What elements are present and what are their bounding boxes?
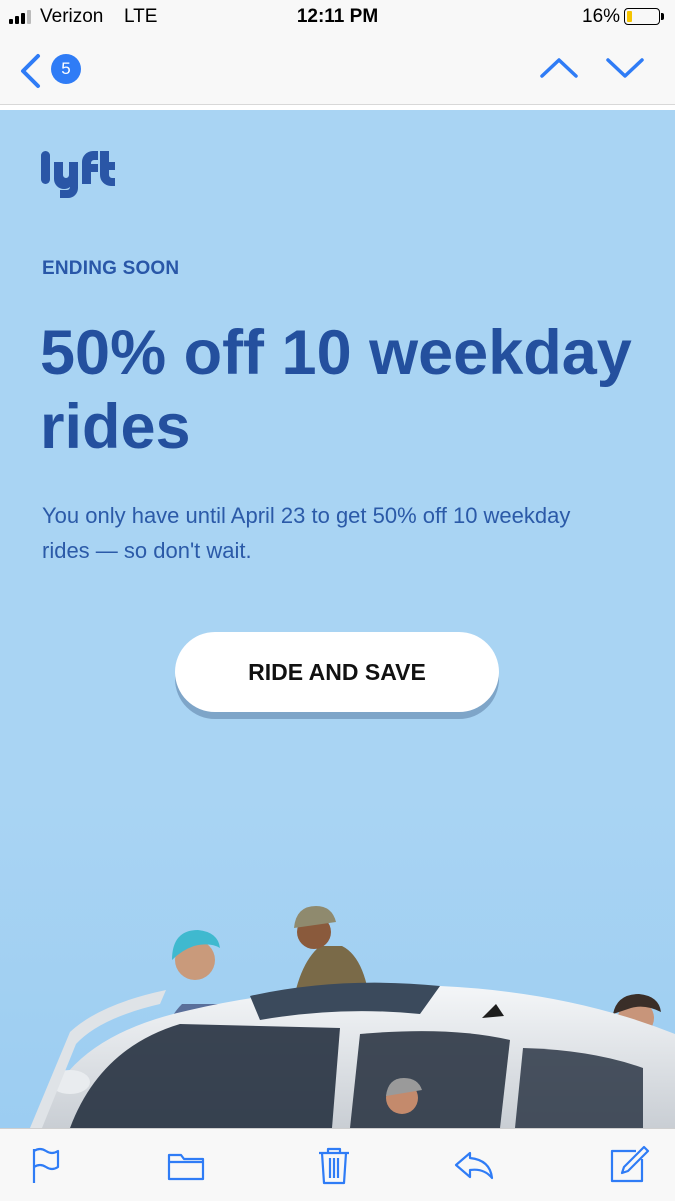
back-button[interactable]: 5 bbox=[14, 50, 94, 90]
trash-icon bbox=[319, 1147, 349, 1185]
battery-icon bbox=[624, 8, 660, 25]
flag-icon bbox=[32, 1147, 60, 1183]
previous-message-button[interactable] bbox=[538, 50, 580, 86]
reply-icon bbox=[454, 1151, 494, 1180]
move-to-folder-button[interactable] bbox=[164, 1143, 208, 1187]
promo-eyebrow: ENDING SOON bbox=[42, 258, 180, 279]
chevron-up-icon bbox=[540, 58, 578, 78]
delete-button[interactable] bbox=[312, 1143, 356, 1187]
mail-nav-bar: 5 bbox=[0, 36, 675, 105]
battery-percent: 16% bbox=[582, 6, 621, 27]
reply-button[interactable] bbox=[452, 1143, 496, 1187]
folder-icon bbox=[167, 1153, 205, 1181]
battery-fill bbox=[627, 11, 632, 22]
status-time: 12:11 PM bbox=[296, 6, 379, 27]
mail-toolbar bbox=[0, 1128, 675, 1201]
next-message-button[interactable] bbox=[604, 50, 646, 86]
car bbox=[30, 982, 675, 1128]
hero-photo bbox=[0, 800, 675, 1128]
compose-button[interactable] bbox=[606, 1143, 650, 1187]
flag-button[interactable] bbox=[24, 1143, 68, 1187]
chevron-left-icon bbox=[21, 54, 40, 88]
promo-body-text: You only have until April 23 to get 50% … bbox=[42, 503, 571, 563]
chevron-down-icon bbox=[606, 58, 644, 78]
promo-headline: 50% off 10 weekday rides bbox=[40, 318, 632, 462]
compose-icon bbox=[610, 1145, 650, 1183]
status-bar: Verizon LTE 12:11 PM 16% bbox=[0, 0, 675, 36]
lyft-logo bbox=[41, 151, 115, 198]
email-body: ENDING SOON 50% off 10 weekday rides You… bbox=[0, 110, 675, 1128]
message-count-badge: 5 bbox=[51, 54, 81, 84]
ride-and-save-button[interactable]: RIDE AND SAVE bbox=[175, 632, 499, 712]
battery-tip bbox=[661, 13, 664, 20]
